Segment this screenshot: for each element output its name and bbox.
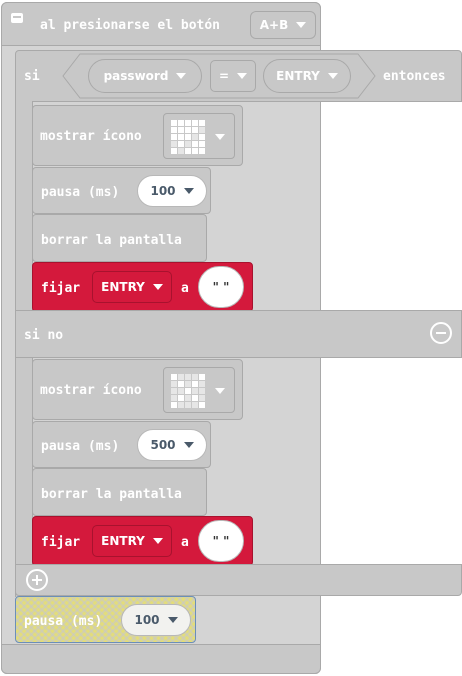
else-set-to-label: a: [181, 535, 189, 550]
condition-right-value: ENTRY: [276, 69, 320, 83]
then-set-label: fijar: [41, 281, 81, 296]
else-clear-block[interactable]: borrar la pantalla: [32, 468, 207, 516]
chevron-down-icon: [296, 22, 307, 28]
then-set-var-value: ENTRY: [101, 280, 145, 294]
else-show-icon-block[interactable]: mostrar ícono: [32, 359, 243, 420]
then-label: entonces: [383, 69, 446, 84]
else-set-value: " ": [212, 534, 230, 548]
button-dropdown[interactable]: A+B: [250, 11, 316, 39]
if-block-footer[interactable]: [15, 564, 462, 596]
then-set-to-label: a: [181, 281, 189, 296]
disabled-pause-block[interactable]: pausa (ms) 100: [15, 596, 196, 643]
button-dropdown-value: A+B: [259, 18, 289, 32]
event-header[interactable]: al presionarse el botón A+B: [1, 2, 321, 46]
remove-else-icon[interactable]: [430, 322, 452, 344]
chevron-down-icon: [183, 188, 194, 194]
disabled-pause-value: 100: [134, 613, 160, 627]
add-else-icon[interactable]: [26, 569, 48, 591]
else-pause-value-input[interactable]: 500: [137, 429, 207, 461]
chevron-down-icon: [215, 134, 225, 140]
chevron-down-icon: [167, 617, 178, 623]
else-label: si no: [24, 328, 64, 343]
checkmark-led-icon: [171, 120, 205, 154]
disabled-pause-label: pausa (ms): [24, 614, 103, 629]
condition-left-dropdown[interactable]: password: [88, 59, 202, 93]
then-pause-label: pausa (ms): [41, 185, 120, 200]
then-clear-label: borrar la pantalla: [41, 233, 182, 248]
x-led-icon: [171, 374, 205, 408]
else-icon-dropdown[interactable]: [163, 367, 235, 413]
else-pause-value: 500: [150, 438, 176, 452]
else-set-value-input[interactable]: " ": [198, 520, 244, 562]
else-set-var-value: ENTRY: [101, 534, 145, 548]
then-show-icon-block[interactable]: mostrar ícono: [32, 105, 243, 166]
else-clear-label: borrar la pantalla: [41, 487, 182, 502]
else-header[interactable]: si no: [15, 310, 462, 358]
chevron-down-icon: [152, 538, 163, 544]
then-set-block[interactable]: fijar ENTRY a " ": [32, 262, 253, 312]
else-set-label: fijar: [41, 535, 81, 550]
else-show-icon-label: mostrar ícono: [40, 383, 142, 398]
then-set-value: " ": [212, 280, 230, 294]
if-label: si: [24, 69, 40, 84]
else-pause-block[interactable]: pausa (ms) 500: [32, 421, 211, 468]
chevron-down-icon: [152, 284, 163, 290]
operator-dropdown[interactable]: =: [210, 60, 256, 92]
then-icon-dropdown[interactable]: [163, 113, 235, 159]
chevron-down-icon: [183, 442, 194, 448]
then-pause-block[interactable]: pausa (ms) 100: [32, 167, 211, 214]
chevron-down-icon: [327, 73, 338, 79]
chevron-down-icon: [215, 388, 225, 394]
then-set-var-dropdown[interactable]: ENTRY: [92, 271, 172, 303]
chevron-down-icon: [176, 73, 187, 79]
event-label: al presionarse el botón: [40, 18, 221, 33]
disabled-pause-value-input[interactable]: 100: [121, 604, 191, 636]
else-set-var-dropdown[interactable]: ENTRY: [92, 525, 172, 557]
operator-value: =: [218, 69, 230, 83]
then-clear-block[interactable]: borrar la pantalla: [32, 214, 207, 262]
then-pause-value-input[interactable]: 100: [137, 175, 207, 207]
else-set-block[interactable]: fijar ENTRY a " ": [32, 516, 253, 566]
comment-icon[interactable]: [11, 13, 23, 23]
then-pause-value: 100: [150, 184, 176, 198]
event-block-footer: [1, 644, 321, 674]
then-set-value-input[interactable]: " ": [198, 266, 244, 308]
condition-left-value: password: [103, 69, 169, 83]
chevron-down-icon: [237, 73, 248, 79]
else-pause-label: pausa (ms): [41, 439, 120, 454]
then-show-icon-label: mostrar ícono: [40, 129, 142, 144]
condition-right-dropdown[interactable]: ENTRY: [263, 59, 351, 93]
